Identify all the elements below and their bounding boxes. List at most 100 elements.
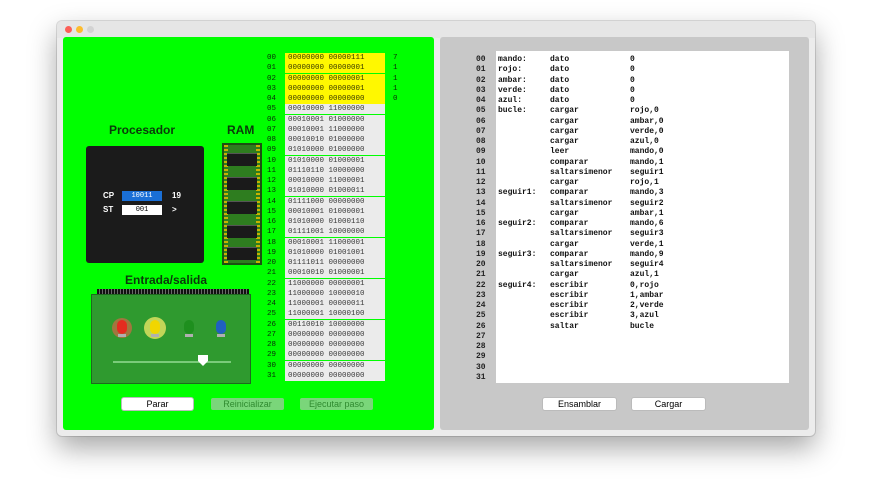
memory-cells: 00000000 00000001 — [285, 63, 385, 74]
code-arg: 0 — [630, 65, 635, 75]
memory-cells: 01110110 10000000 — [285, 165, 385, 176]
code-n: 22 — [476, 280, 486, 290]
input-slider-track[interactable] — [113, 361, 231, 363]
memory-cells: 11000000 00000001 — [285, 278, 385, 289]
memory-row: 09 01010000 01000000 — [267, 145, 407, 156]
memory-cells: 00000000 00000000 — [285, 340, 385, 350]
code-line: 01 rojo: dato 0 — [476, 65, 789, 75]
zoom-window-button[interactable] — [87, 26, 94, 33]
code-line: 20 saltarsimenor seguir4 — [476, 260, 789, 270]
code-ins: cargar — [550, 239, 579, 249]
memory-row: 01 00000000 00000001 1 — [267, 63, 407, 74]
memory-cells: 00010000 11000001 — [285, 176, 385, 186]
memory-row: 03 00000000 00000001 1 — [267, 83, 407, 94]
code-arg: mando,6 — [630, 219, 664, 228]
code-ins: cargar — [550, 270, 579, 280]
code-n: 31 — [476, 372, 486, 382]
memory-cells: 01010000 01000001 — [285, 155, 385, 166]
code-n: 07 — [476, 126, 486, 136]
code-n: 23 — [476, 290, 486, 300]
code-n: 26 — [476, 321, 486, 331]
assemble-button[interactable]: Ensamblar — [543, 398, 616, 410]
code-n: 10 — [476, 157, 486, 167]
code-lab: ambar: — [498, 75, 527, 85]
memory-addr: 03 — [267, 84, 277, 93]
code-n: 21 — [476, 270, 486, 280]
execute-step-button[interactable]: Ejecutar paso — [300, 398, 373, 410]
memory-cells: 01010000 01000000 — [285, 145, 385, 156]
memory-addr: 21 — [267, 269, 277, 278]
memory-addr: 28 — [267, 341, 277, 349]
code-arg: verde,0 — [630, 126, 664, 136]
code-n: 30 — [476, 362, 486, 372]
memory-row: 22 11000000 00000001 — [267, 278, 407, 289]
memory-cells: 00010001 11000001 — [285, 237, 385, 248]
memory-dec: 0 — [393, 95, 398, 103]
code-n: 29 — [476, 352, 486, 362]
memory-cells: 00010001 11000000 — [285, 124, 385, 135]
memory-cells: 11000001 00000011 — [285, 299, 385, 309]
memory-addr: 02 — [267, 74, 277, 83]
memory-row: 28 00000000 00000000 — [267, 340, 407, 350]
memory-cells: 01111011 00000000 — [285, 258, 385, 268]
code-arg: rojo,1 — [630, 178, 659, 187]
code-ins: dato — [550, 65, 570, 75]
memory-row: 06 00010001 01000000 — [267, 114, 407, 125]
code-n: 08 — [476, 137, 486, 146]
code-ins: cargar — [550, 126, 579, 136]
code-arg: 0 — [630, 96, 635, 105]
stop-button[interactable]: Parar — [122, 398, 193, 410]
memory-addr: 10 — [267, 156, 277, 165]
code-n: 01 — [476, 65, 486, 75]
processor-title: Procesador — [109, 123, 176, 137]
memory-row: 08 00010010 01000000 — [267, 135, 407, 145]
code-line: 29 — [476, 352, 789, 362]
code-n: 11 — [476, 167, 486, 177]
memory-addr: 23 — [267, 289, 277, 298]
memory-addr: 17 — [267, 228, 277, 237]
code-ins: comparar — [550, 188, 589, 198]
assembly-editor[interactable]: 00 mando: dato 0 01 rojo: dato 0 02 ambar: dato 0 03… — [476, 51, 789, 383]
code-n: 12 — [476, 178, 486, 187]
code-n: 14 — [476, 198, 486, 208]
memory-dec: 1 — [393, 64, 398, 73]
code-lab: azul: — [498, 96, 523, 105]
memory-addr: 01 — [267, 64, 277, 73]
code-ins: dato — [550, 75, 570, 85]
memory-addr: 18 — [267, 238, 277, 247]
load-button[interactable]: Cargar — [632, 398, 705, 410]
code-ins: comparar — [550, 157, 589, 167]
memory-cells: 00010001 01000001 — [285, 206, 385, 217]
code-line: 05 bucle: cargar rojo,0 — [476, 106, 789, 116]
code-lab: seguir2: — [498, 219, 537, 228]
memory-cells: 00000000 00000000 — [285, 94, 385, 104]
code-arg: mando,0 — [630, 147, 664, 157]
ram-module-icon — [222, 143, 262, 265]
code-line: 17 saltarsimenor seguir3 — [476, 229, 789, 239]
code-n: 18 — [476, 239, 486, 249]
code-ins: cargar — [550, 178, 579, 187]
memory-cells: 00000000 00000001 — [285, 83, 385, 94]
code-arg: mando,3 — [630, 188, 664, 198]
code-ins: leer — [550, 147, 570, 157]
memory-row: 27 00000000 00000000 — [267, 329, 407, 340]
code-line: 04 azul: dato 0 — [476, 96, 789, 106]
code-line: 02 ambar: dato 0 — [476, 75, 789, 86]
code-line: 03 verde: dato 0 — [476, 86, 789, 96]
memory-cells: 00010000 11000000 — [285, 104, 385, 115]
code-line: 15 cargar ambar,1 — [476, 209, 789, 219]
memory-row: 31 00000000 00000000 — [267, 370, 407, 381]
memory-row: 15 00010001 01000001 — [267, 206, 407, 217]
code-line: 26 saltar bucle — [476, 322, 789, 332]
close-window-button[interactable] — [65, 26, 72, 33]
code-lab: seguir4: — [498, 280, 537, 290]
code-line: 16 seguir2: comparar mando,6 — [476, 219, 789, 229]
code-n: 03 — [476, 85, 486, 95]
st-label: ST — [103, 205, 114, 214]
code-arg: seguir3 — [630, 229, 664, 239]
reset-button[interactable]: Reinicializar — [211, 398, 284, 410]
minimize-window-button[interactable] — [76, 26, 83, 33]
code-line: 30 — [476, 363, 789, 373]
code-arg: rojo,0 — [630, 106, 659, 116]
memory-row: 16 01010000 01000110 — [267, 217, 407, 227]
